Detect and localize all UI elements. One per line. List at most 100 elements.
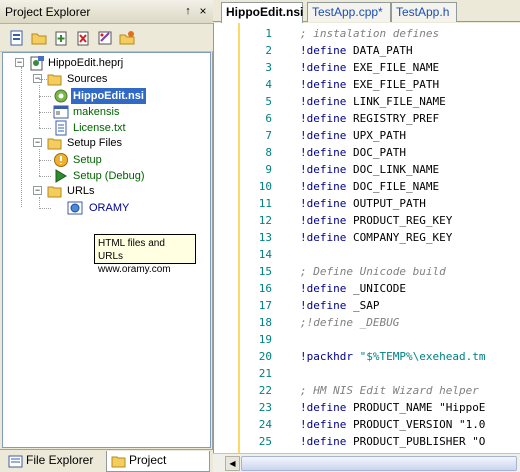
line-number: 24 [258,418,272,431]
code-line: ; HM NIS Edit Wizard helper [300,384,479,397]
code-keyword: !define [300,163,347,176]
code-line: !define DOC_LINK_NAME [300,163,439,176]
tree-folder-urls[interactable]: − URLs [3,183,203,199]
tree-item-setup[interactable]: Setup [3,152,203,168]
tree-root[interactable]: − HippoEdit.heprj [3,55,203,71]
open-project-icon[interactable] [30,29,48,47]
new-project-icon[interactable] [8,29,26,47]
editor-tab[interactable]: TestApp.h [391,2,457,22]
tree-connector [39,79,47,80]
text-file-icon [53,120,69,136]
tree-item-label: makensis [73,106,120,118]
tree-item-label: Setup (Debug) [73,170,145,182]
code-text: _SAP [346,299,380,312]
line-number: 25 [258,435,272,448]
nsi-script-icon [53,88,69,104]
add-file-icon[interactable] [52,29,70,47]
code-text: OUTPUT_PATH [346,197,426,210]
tree-root-label: HippoEdit.heprj [48,57,124,69]
code-line: !define EXE_FILE_PATH [300,78,439,91]
project-file-icon [29,55,45,71]
line-number: 2 [265,44,272,57]
code-text: PRODUCT_VERSION "1.0 [346,418,486,431]
tree-folder-setup[interactable]: − Setup Files [3,135,203,151]
line-number: 3 [265,61,272,74]
editor-tab[interactable]: TestApp.cpp* [307,2,391,22]
line-number: 1 [265,27,272,40]
web-link-icon [67,200,83,216]
code-text: PRODUCT_REG_KEY [346,214,453,227]
code-line: !define DOC_PATH [300,146,406,159]
panel-title: Project Explorer [5,5,91,19]
collapse-icon[interactable]: − [33,138,42,147]
code-text: ; instalation defines [300,27,440,40]
collapse-icon[interactable]: − [15,58,24,67]
editor-tab-bar: HippoEdit.nsi TestApp.cpp* TestApp.h [213,0,520,23]
tree-item-source[interactable]: License.txt [3,120,203,136]
line-number: 16 [258,282,272,295]
code-keyword: !define [300,214,347,227]
code-line: !define PRODUCT_NAME "HippoE [300,401,485,414]
code-text: LINK_FILE_NAME [346,95,446,108]
line-number: 11 [258,197,272,210]
line-number: 5 [265,95,272,108]
code-keyword: !packhdr [300,350,353,363]
tree-folder-sources[interactable]: − Sources [3,71,203,87]
setup-debug-icon [53,168,69,184]
code-line: ; instalation defines [300,27,439,40]
code-line: !define _UNICODE [300,282,406,295]
horizontal-scrollbar[interactable]: ◀ [213,453,520,472]
tree-item-setup[interactable]: Setup (Debug) [3,168,203,184]
tree-item-url[interactable]: ORAMY [3,200,203,216]
code-keyword: !define [300,129,347,142]
line-number: 14 [258,248,272,261]
tree-connector [39,176,51,177]
pin-icon[interactable]: ↑ [181,3,195,19]
tooltip: HTML files and URLs www.oramy.com [94,234,196,275]
line-number: 22 [258,384,272,397]
properties-icon[interactable] [96,29,114,47]
code-keyword: !define [300,180,347,193]
editor-tab-active[interactable]: HippoEdit.nsi [221,2,303,23]
tree-item-source[interactable]: makensis [3,104,203,120]
panel-header: Project Explorer ↑ × [0,0,213,24]
code-line: !define EXE_FILE_NAME [300,61,439,74]
scroll-left-icon[interactable]: ◀ [225,456,240,471]
tab-file-explorer[interactable]: File Explorer [4,451,104,472]
explorer-toolbar [0,24,213,52]
collapse-icon[interactable]: − [33,186,42,195]
line-number: 19 [258,333,272,346]
tree-item-source[interactable]: HippoEdit.nsi [3,88,203,104]
remove-icon[interactable] [74,29,92,47]
code-text: ; HM NIS Edit Wizard helper [300,384,479,397]
folder-settings-icon[interactable] [118,29,136,47]
tree-connector [39,96,51,97]
code-text: COMPANY_REG_KEY [346,231,453,244]
line-number: 18 [258,316,272,329]
file-explorer-icon [8,455,23,468]
line-number: 15 [258,265,272,278]
code-keyword: !define [300,435,347,448]
line-number: 20 [258,350,272,363]
tree-item-label: HippoEdit.nsi [71,88,146,104]
scrollbar-thumb[interactable] [241,456,517,471]
tree-connector [39,112,51,113]
tree-connector [39,128,51,129]
tab-project-explorer[interactable]: Project Explo... [106,451,210,472]
code-keyword: !define [300,95,347,108]
tree-folder-label: Sources [67,73,108,85]
code-text: ;!define _DEBUG [300,316,400,329]
code-text: DOC_FILE_NAME [346,180,440,193]
line-number: 21 [258,367,272,380]
code-text: DOC_LINK_NAME [346,163,440,176]
code-line: !define DATA_PATH [300,44,413,57]
line-number: 9 [265,163,272,176]
code-keyword: !define [300,61,347,74]
code-line: !define PRODUCT_REG_KEY [300,214,452,227]
code-keyword: !define [300,197,347,210]
line-number: 8 [265,146,272,159]
code-editor[interactable]: 1 ; instalation defines 2 !define DATA_PATH… [213,23,520,453]
folder-icon [111,456,126,468]
tree-item-label: License.txt [73,122,126,134]
close-icon[interactable]: × [196,3,210,19]
